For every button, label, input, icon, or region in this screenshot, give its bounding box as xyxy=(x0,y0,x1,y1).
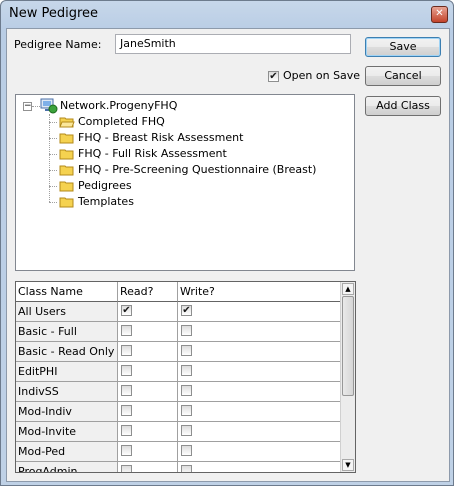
write-checkbox[interactable] xyxy=(181,325,192,336)
write-cell xyxy=(178,442,343,462)
open-on-save-checkbox[interactable]: ✔ xyxy=(268,71,279,82)
write-checkbox[interactable] xyxy=(181,345,192,356)
scroll-up-icon[interactable]: ▲ xyxy=(342,283,354,295)
scroll-thumb[interactable] xyxy=(342,296,354,396)
folder-icon xyxy=(59,181,74,192)
read-cell xyxy=(118,322,178,342)
tree-connector xyxy=(49,138,57,139)
class-name-cell[interactable]: Mod-Ped xyxy=(16,442,118,462)
folder-icon xyxy=(59,165,74,176)
tree-connector xyxy=(49,154,57,155)
write-cell xyxy=(178,402,343,422)
read-checkbox[interactable] xyxy=(121,405,132,416)
read-cell xyxy=(118,442,178,462)
tree-item[interactable]: FHQ - Breast Risk Assessment xyxy=(16,130,346,146)
tree-connector xyxy=(49,186,57,187)
class-name-cell[interactable]: Basic - Read Only xyxy=(16,342,118,362)
folder-tree[interactable]: − Network.ProgenyFHQ Completed FHQ FHQ -… xyxy=(15,94,355,271)
write-checkbox[interactable] xyxy=(181,405,192,416)
write-checkbox[interactable] xyxy=(181,385,192,396)
read-cell xyxy=(118,382,178,402)
write-cell xyxy=(178,362,343,382)
tree-connector xyxy=(49,122,57,123)
read-checkbox[interactable] xyxy=(121,465,132,472)
folder-icon xyxy=(59,133,74,144)
class-permissions-grid[interactable]: Class Name Read? Write? All Users ✔ ✔ Basic… xyxy=(15,281,356,473)
column-header-write[interactable]: Write? xyxy=(178,282,343,302)
column-header-read[interactable]: Read? xyxy=(118,282,178,302)
read-checkbox[interactable] xyxy=(121,325,132,336)
write-checkbox[interactable] xyxy=(181,365,192,376)
read-cell xyxy=(118,402,178,422)
tree-item[interactable]: Completed FHQ xyxy=(16,114,346,130)
tree-connector xyxy=(49,202,57,203)
class-name-cell[interactable]: ProgAdmin xyxy=(16,462,118,472)
tree-item-label: Templates xyxy=(78,195,134,208)
collapse-icon[interactable]: − xyxy=(23,102,32,111)
read-checkbox[interactable] xyxy=(121,365,132,376)
class-name-cell[interactable]: EditPHI xyxy=(16,362,118,382)
pedigree-name-label: Pedigree Name: xyxy=(14,38,102,51)
pedigree-name-input[interactable]: JaneSmith xyxy=(115,34,351,54)
checkmark-icon: ✔ xyxy=(182,305,191,316)
network-icon xyxy=(40,98,58,114)
read-checkbox[interactable]: ✔ xyxy=(121,305,132,316)
write-cell xyxy=(178,342,343,362)
read-checkbox[interactable] xyxy=(121,345,132,356)
new-pedigree-dialog: New Pedigree ✕ Pedigree Name: JaneSmith … xyxy=(0,0,454,486)
tree-item[interactable]: Templates xyxy=(16,194,346,210)
tree-root-label[interactable]: Network.ProgenyFHQ xyxy=(60,98,177,114)
class-name-cell[interactable]: Basic - Full Access xyxy=(16,322,118,342)
dialog-body: Pedigree Name: JaneSmith Save Cancel Add… xyxy=(6,28,450,482)
write-cell xyxy=(178,382,343,402)
write-cell xyxy=(178,462,343,472)
cancel-button[interactable]: Cancel xyxy=(365,66,441,86)
write-checkbox[interactable]: ✔ xyxy=(181,305,192,316)
tree-item-label: Completed FHQ xyxy=(78,115,165,128)
checkmark-icon: ✔ xyxy=(122,305,131,316)
tree-item[interactable]: FHQ - Full Risk Assessment xyxy=(16,146,346,162)
checkmark-icon: ✔ xyxy=(269,71,278,82)
write-checkbox[interactable] xyxy=(181,465,192,472)
write-cell: ✔ xyxy=(178,302,343,322)
tree-item-label: FHQ - Full Risk Assessment xyxy=(78,147,227,160)
write-checkbox[interactable] xyxy=(181,425,192,436)
tree-connector xyxy=(49,170,57,171)
read-checkbox[interactable] xyxy=(121,445,132,456)
read-checkbox[interactable] xyxy=(121,425,132,436)
write-cell xyxy=(178,322,343,342)
read-cell xyxy=(118,462,178,472)
close-icon[interactable]: ✕ xyxy=(431,6,448,23)
open-folder-icon xyxy=(59,117,75,128)
write-cell xyxy=(178,422,343,442)
column-header-class-name[interactable]: Class Name xyxy=(16,282,118,302)
add-class-button[interactable]: Add Class xyxy=(365,96,441,116)
read-cell xyxy=(118,362,178,382)
class-name-cell[interactable]: IndivSS xyxy=(16,382,118,402)
tree-connector xyxy=(32,106,40,107)
tree-item-label: FHQ - Pre-Screening Questionnaire (Breas… xyxy=(78,163,317,176)
read-cell: ✔ xyxy=(118,302,178,322)
open-on-save-label: Open on Save xyxy=(283,69,361,82)
folder-icon xyxy=(59,197,74,208)
title-bar[interactable]: New Pedigree ✕ xyxy=(1,1,453,27)
write-checkbox[interactable] xyxy=(181,445,192,456)
tree-item-label: Pedigrees xyxy=(78,179,132,192)
scroll-down-icon[interactable]: ▼ xyxy=(342,459,354,471)
save-button[interactable]: Save xyxy=(365,37,441,57)
tree-item-label: FHQ - Breast Risk Assessment xyxy=(78,131,244,144)
window-title: New Pedigree xyxy=(9,6,99,21)
class-name-cell[interactable]: Mod-Indiv xyxy=(16,402,118,422)
folder-icon xyxy=(59,149,74,160)
class-name-cell[interactable]: All Users xyxy=(16,302,118,322)
tree-item[interactable]: FHQ - Pre-Screening Questionnaire (Breas… xyxy=(16,162,346,178)
grid-scrollbar[interactable]: ▲ ▼ xyxy=(340,282,355,472)
read-cell xyxy=(118,342,178,362)
read-checkbox[interactable] xyxy=(121,385,132,396)
tree-item[interactable]: Pedigrees xyxy=(16,178,346,194)
class-name-cell[interactable]: Mod-Invite xyxy=(16,422,118,442)
read-cell xyxy=(118,422,178,442)
